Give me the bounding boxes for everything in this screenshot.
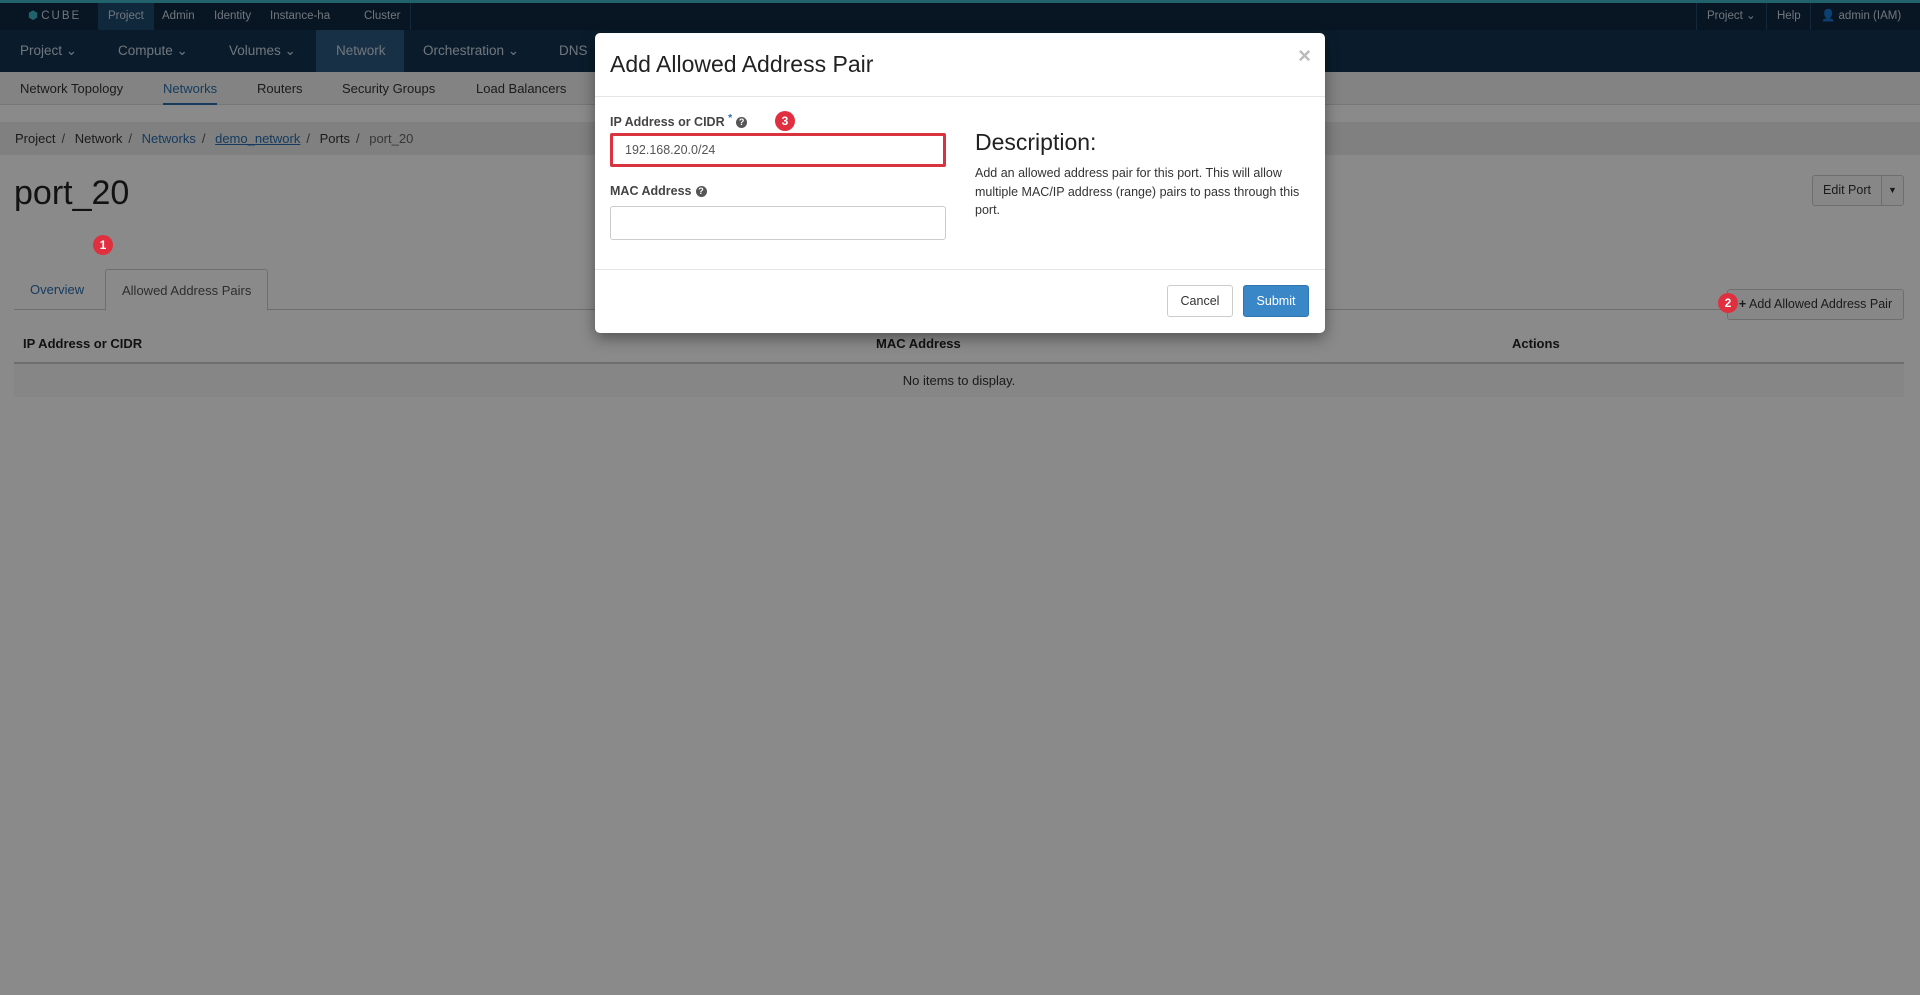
cancel-button[interactable]: Cancel [1167,285,1233,317]
ip-address-input[interactable] [610,133,946,167]
mac-address-input[interactable] [610,206,946,240]
required-marker: * [728,113,733,124]
description-text: Add an allowed address pair for this por… [975,166,1300,217]
help-icon[interactable]: ? [695,186,707,197]
submit-button[interactable]: Submit [1243,285,1309,317]
help-icon[interactable]: ? [736,117,748,129]
add-allowed-address-pair-dialog: Add Allowed Address Pair × IP Address or… [595,33,1325,333]
ip-address-label: IP Address or CIDR *? [610,113,748,129]
modal-footer-divider [595,269,1325,270]
step-badge-2: 2 [1718,293,1738,313]
modal-header: Add Allowed Address Pair × [595,33,1325,97]
step-badge-1: 1 [93,235,113,255]
description-title: Description: [975,129,1097,155]
close-icon[interactable]: × [1298,43,1311,69]
modal-title: Add Allowed Address Pair [610,51,874,77]
mac-address-label: MAC Address? [610,184,707,198]
step-badge-3: 3 [775,111,795,131]
